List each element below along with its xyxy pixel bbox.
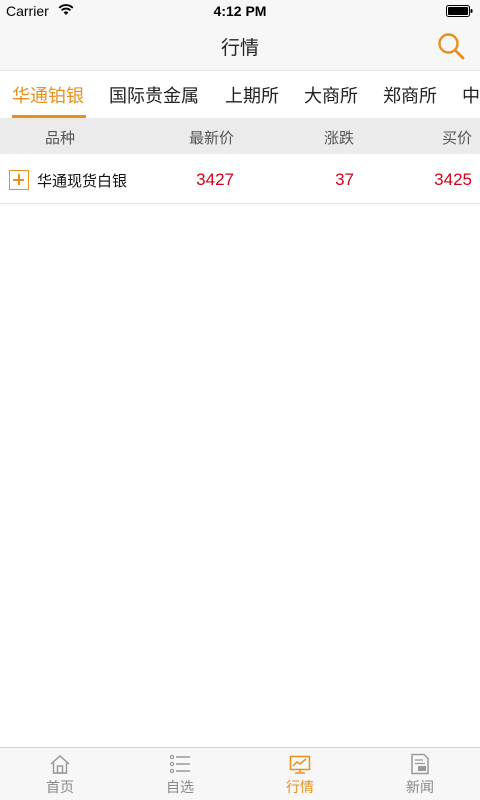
page-title: 行情 [220, 37, 259, 59]
tabbar-label-market: 行情 [286, 780, 314, 796]
column-header-bid: 买价 [441, 129, 472, 147]
search-icon[interactable] [436, 31, 466, 61]
table-header: 品种 最新价 涨跌 买价 [0, 118, 480, 154]
tabbar-label-watchlist: 自选 [166, 780, 194, 796]
exchange-tabs: 华通铂银 国际贵金属 上期所 大商所 郑商所 中 [0, 70, 480, 118]
tabbar-item-market[interactable]: 行情 [240, 748, 360, 800]
column-header-change: 涨跌 [323, 129, 354, 147]
column-header-name: 品种 [45, 129, 76, 147]
price-change: 37 [335, 170, 354, 189]
tabbar-label-news: 新闻 [406, 780, 434, 796]
list-icon [169, 754, 190, 774]
latest-price: 3427 [196, 170, 234, 189]
clock: 4:12 PM [213, 3, 267, 19]
tabbar-item-news[interactable]: 新闻 [360, 748, 480, 800]
news-icon [411, 753, 429, 775]
tab-czce[interactable]: 郑商所 [383, 82, 437, 108]
tabbar-label-home: 首页 [46, 780, 74, 796]
tabbar-item-home[interactable]: 首页 [0, 748, 120, 800]
bid-price: 3425 [434, 170, 472, 189]
tabbar-item-watchlist[interactable]: 自选 [120, 748, 240, 800]
tab-dce[interactable]: 大商所 [304, 82, 358, 108]
tab-huatong[interactable]: 华通铂银 [12, 82, 84, 108]
status-bar: Carrier 4:12 PM [0, 0, 480, 22]
add-to-watchlist-icon[interactable] [9, 170, 29, 190]
battery-icon [446, 5, 473, 17]
table-row[interactable]: 华通现货白银 3427 37 3425 [0, 155, 480, 204]
product-name: 华通现货白银 [37, 172, 128, 190]
tab-more[interactable]: 中 [462, 82, 480, 108]
home-icon [50, 754, 70, 774]
tab-international-metals[interactable]: 国际贵金属 [109, 82, 199, 108]
navigation-bar: 行情 [0, 22, 480, 70]
tab-shfe[interactable]: 上期所 [225, 82, 279, 108]
chart-icon [289, 755, 311, 774]
bottom-tab-bar: 首页 自选 行情 新闻 [0, 747, 480, 800]
column-header-price: 最新价 [188, 129, 234, 147]
